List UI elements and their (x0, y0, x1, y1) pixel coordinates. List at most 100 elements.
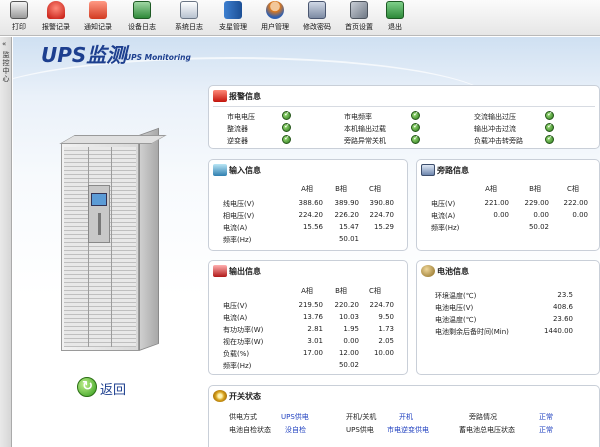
frequency-value: 50.02 (528, 223, 549, 231)
status-value: 没自检 (285, 426, 306, 434)
back-icon (77, 377, 97, 397)
row-label: 负载(%) (223, 350, 250, 358)
management-button[interactable]: 支星管理 (212, 1, 254, 35)
notice-record-label: 通知记录 (84, 23, 112, 31)
phase-c-value: 0.00 (572, 211, 588, 219)
phase-b-value: 15.47 (338, 223, 359, 231)
ups-display-screen (91, 193, 107, 206)
row-label: 有功功率(W) (223, 326, 264, 334)
phase-a-value: 221.00 (484, 199, 510, 207)
ok-status-icon (411, 134, 420, 144)
device-log-icon (133, 1, 151, 19)
collapse-arrow-icon[interactable]: « (2, 40, 6, 48)
home-settings-button[interactable]: 首页设置 (338, 1, 380, 35)
output-panel-icon (213, 265, 227, 277)
battery-value: 23.60 (552, 315, 573, 323)
phase-a-value: 224.20 (298, 211, 324, 219)
status-label: UPS供电 (346, 426, 374, 434)
exit-icon (386, 1, 404, 19)
phase-c-value: 10.00 (373, 349, 394, 357)
status-label: 开机/关机 (346, 413, 377, 421)
monitor-icon (421, 164, 435, 176)
system-log-icon (180, 1, 198, 19)
page-title: UPS监测 (41, 43, 127, 67)
phase-b-value: 220.20 (334, 301, 360, 309)
phase-a-value: 13.76 (302, 313, 323, 321)
alarm-label: 输出冲击过流 (474, 125, 516, 133)
bypass-panel-title: 旁路信息 (437, 166, 469, 175)
user-icon (266, 1, 284, 19)
row-label: 电池电压(V) (435, 304, 474, 312)
alarm-label: 整流器 (227, 125, 248, 133)
home-settings-label: 首页设置 (345, 23, 373, 31)
alarm-panel-title: 报警信息 (229, 92, 261, 101)
column-header: C相 (369, 287, 381, 295)
phase-c-value: 222.00 (563, 199, 589, 207)
phase-b-value: 389.90 (334, 199, 360, 207)
ups-cabinet-image (59, 127, 167, 353)
ok-status-icon (545, 110, 554, 120)
phase-a-value: 17.00 (302, 349, 323, 357)
status-value: 市电逆变供电 (387, 426, 429, 434)
phase-b-value: 10.03 (338, 313, 359, 321)
phase-b-value: 226.20 (334, 211, 360, 219)
status-label: 电池自检状态 (229, 426, 271, 434)
management-label: 支星管理 (219, 23, 247, 31)
ok-status-icon (282, 122, 291, 132)
ok-status-icon (545, 134, 554, 144)
phase-b-value: 229.00 (524, 199, 550, 207)
alarm-icon (47, 1, 65, 19)
battery-value: 23.5 (557, 291, 573, 299)
main-content: UPS监测 UPS Monitoring 返回 报警信息 市电电压 市电频率 交… (13, 37, 600, 447)
notice-record-button[interactable]: 通知记录 (78, 1, 118, 35)
sidebar-label: 监控中心 (2, 51, 10, 83)
status-value: 正常 (539, 426, 553, 434)
exit-button[interactable]: 退出 (380, 1, 410, 35)
alarm-record-button[interactable]: 报警记录 (36, 1, 76, 35)
phase-c-value: 1.73 (378, 325, 394, 333)
switch-status-panel: 开关状态 供电方式 UPS供电 开机/关机 开机 旁路情况 正常 电池自检状态 … (208, 385, 600, 447)
status-value: UPS供电 (281, 413, 309, 421)
row-label: 相电压(V) (223, 212, 255, 220)
alarm-record-label: 报警记录 (42, 23, 70, 31)
column-header: B相 (529, 185, 541, 193)
row-label: 电流(A) (431, 212, 456, 220)
book-icon (224, 1, 242, 19)
change-password-button[interactable]: 修改密码 (296, 1, 338, 35)
back-label: 返回 (100, 383, 127, 398)
row-label: 频率(Hz) (223, 236, 252, 244)
phase-a-value: 2.81 (307, 325, 323, 333)
ok-status-icon (411, 110, 420, 120)
phase-c-value: 390.80 (369, 199, 395, 207)
phase-b-value: 0.00 (343, 337, 359, 345)
phase-a-value: 388.60 (298, 199, 324, 207)
status-label: 供电方式 (229, 413, 257, 421)
exit-label: 退出 (388, 23, 402, 31)
row-label: 线电压(V) (223, 200, 255, 208)
row-label: 电流(A) (223, 314, 248, 322)
change-password-label: 修改密码 (303, 23, 331, 31)
phase-c-value: 9.50 (378, 313, 394, 321)
battery-value: 1440.00 (544, 327, 573, 335)
phase-a-value: 0.00 (493, 211, 509, 219)
row-label: 电池剩余后备时间(Min) (435, 328, 509, 336)
monitor-center-sidebar[interactable]: « 监控中心 (0, 37, 12, 447)
phase-c-value: 2.05 (378, 337, 394, 345)
ok-status-icon (282, 110, 291, 120)
alarm-label: 交流输出过压 (474, 113, 516, 121)
system-log-button[interactable]: 系统日志 (168, 1, 210, 35)
user-management-button[interactable]: 用户管理 (254, 1, 296, 35)
alarm-panel-icon (213, 90, 227, 102)
alarm-label: 市电电压 (227, 113, 255, 121)
phase-a-value: 219.50 (298, 301, 324, 309)
device-log-label: 设备日志 (128, 23, 156, 31)
alarm-panel: 报警信息 市电电压 市电频率 交流输出过压 整流器 本机输出过载 输出冲击过流 … (208, 85, 600, 149)
gear-icon (213, 390, 227, 402)
alarm-label: 本机输出过载 (344, 125, 386, 133)
print-button[interactable]: 打印 (4, 1, 34, 35)
device-log-button[interactable]: 设备日志 (120, 1, 164, 35)
row-label: 电池温度(℃) (435, 316, 477, 324)
battery-value: 408.6 (552, 303, 573, 311)
notice-icon (89, 1, 107, 19)
alarm-label: 旁路异常关机 (344, 137, 386, 145)
